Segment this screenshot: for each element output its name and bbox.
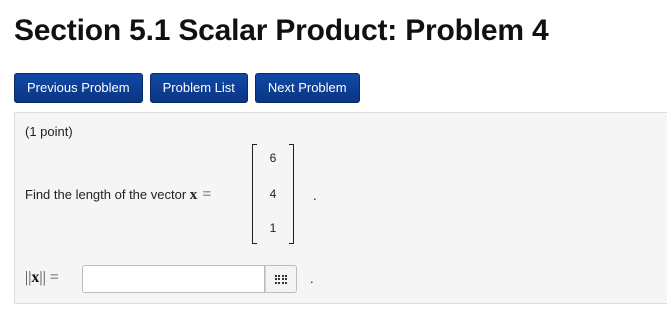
answer-period: . xyxy=(310,271,314,286)
page: Section 5.1 Scalar Product: Problem 4 Pr… xyxy=(0,0,667,314)
answer-input[interactable] xyxy=(82,265,265,293)
grid-icon xyxy=(275,275,287,284)
previous-problem-button[interactable]: Previous Problem xyxy=(14,73,143,103)
norm-close: || xyxy=(39,269,46,286)
vector-entry-2: 4 xyxy=(269,187,277,201)
page-title: Section 5.1 Scalar Product: Problem 4 xyxy=(14,14,549,47)
vector-entry-3: 1 xyxy=(269,221,277,235)
equals-sign: = xyxy=(202,186,212,203)
norm-label: ||x|| = xyxy=(25,269,59,287)
column-vector: 6 4 1 xyxy=(252,144,294,244)
equation-palette-button[interactable] xyxy=(265,265,297,293)
problem-panel: (1 point) Find the length of the vector … xyxy=(14,112,667,304)
problem-points: (1 point) xyxy=(25,124,73,139)
vector-entry-1: 6 xyxy=(269,151,277,165)
problem-prompt: Find the length of the vector x = xyxy=(25,186,211,204)
problem-list-button[interactable]: Problem List xyxy=(149,73,248,103)
problem-nav: Previous Problem Problem List Next Probl… xyxy=(14,73,360,103)
vector-symbol: x xyxy=(189,187,198,203)
next-problem-button[interactable]: Next Problem xyxy=(254,73,360,103)
prompt-text: Find the length of the vector xyxy=(25,187,190,202)
norm-equals: = xyxy=(49,269,59,286)
prompt-period: . xyxy=(313,188,317,203)
right-bracket xyxy=(289,144,294,244)
